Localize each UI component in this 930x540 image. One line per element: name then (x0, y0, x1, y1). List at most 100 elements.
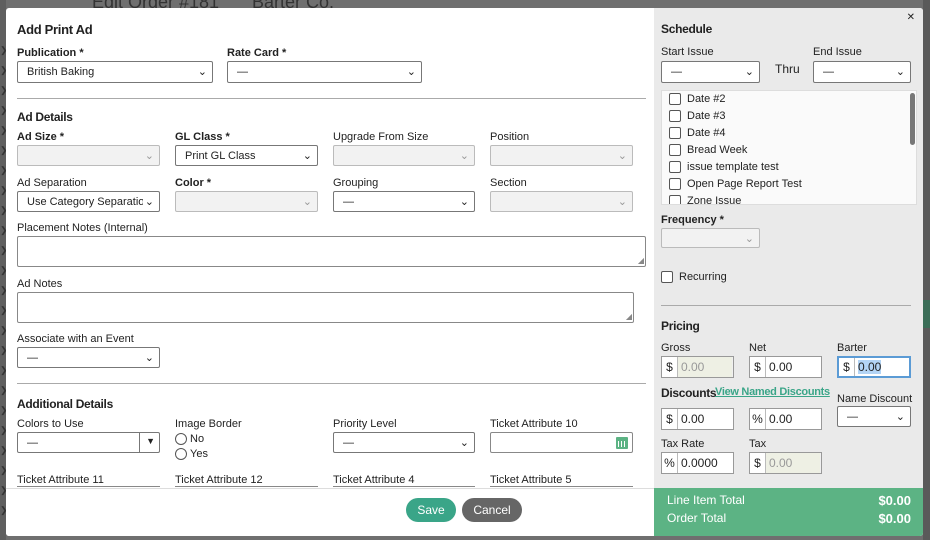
dollar-prefix: $ (662, 409, 678, 429)
cancel-button[interactable]: Cancel (462, 498, 522, 522)
checkbox[interactable] (669, 110, 681, 123)
end-issue-select[interactable]: — ⌄ (813, 61, 911, 83)
save-button[interactable]: Save (406, 498, 456, 522)
placement-notes-textarea[interactable]: ◢ (17, 236, 646, 267)
close-icon[interactable]: ✕ (907, 12, 915, 23)
ticket-attr-5-input-edge[interactable] (490, 486, 633, 487)
ticket-attr-4-input-edge[interactable] (333, 486, 475, 487)
priority-level-select[interactable]: — ⌄ (333, 432, 475, 453)
calendar-icon[interactable] (616, 437, 628, 449)
start-issue-label: Start Issue (661, 46, 714, 58)
discount-amount-value: 0.00 (681, 412, 705, 426)
modal-footer (6, 488, 654, 536)
dollar-prefix: $ (750, 453, 766, 473)
caret-down-icon: ▼ (139, 433, 155, 452)
divider (17, 383, 646, 384)
line-item-total-label: Line Item Total (667, 493, 745, 507)
add-print-ad-modal: Add Print Ad Publication * British Bakin… (6, 8, 923, 536)
image-border-label: Image Border (175, 418, 242, 430)
ticket-attr-12-label: Ticket Attribute 12 (175, 474, 263, 486)
tax-value: 0.00 (766, 453, 820, 473)
issue-item[interactable]: Date #4 (669, 127, 726, 140)
issue-label: Date #2 (687, 93, 726, 105)
frequency-select[interactable]: ⌄ (661, 228, 760, 248)
view-named-discounts-link[interactable]: View Named Discounts (715, 386, 830, 398)
checkbox[interactable] (669, 127, 681, 140)
gross-value: 0.00 (678, 357, 732, 377)
rate-card-label: Rate Card * (227, 47, 287, 59)
colors-to-use-label: Colors to Use (17, 418, 84, 430)
resize-grip-icon[interactable]: ◢ (638, 257, 644, 265)
start-issue-select[interactable]: — ⌄ (661, 61, 760, 83)
net-label: Net (749, 342, 767, 354)
ticket-attr-11-input-edge[interactable] (17, 486, 160, 487)
image-border-yes-radio[interactable] (175, 448, 187, 460)
name-discount-select[interactable]: — ⌄ (837, 406, 911, 427)
checkbox[interactable] (669, 195, 681, 204)
ad-separation-value: Use Category Separation (27, 196, 151, 208)
issue-item[interactable]: Open Page Report Test (669, 178, 802, 191)
publication-select[interactable]: British Baking ⌄ (17, 61, 213, 83)
issue-item[interactable]: Date #3 (669, 110, 726, 123)
scrollbar[interactable] (910, 93, 915, 145)
recurring-checkbox[interactable] (661, 271, 673, 283)
discount-percent-input[interactable]: % 0.00 (749, 408, 822, 430)
chevron-down-icon: ⌄ (142, 195, 154, 208)
background-right-edge (923, 0, 930, 540)
rate-card-select[interactable]: — ⌄ (227, 61, 422, 83)
issue-list[interactable]: Date #2 Date #3 Date #4 Bread Week issue… (661, 90, 917, 205)
chevron-down-icon: ⌄ (744, 66, 754, 78)
publication-value: British Baking (27, 66, 95, 78)
checkbox[interactable] (669, 161, 681, 174)
issue-item[interactable]: Zone Issue (669, 195, 741, 204)
chevron-down-icon: ⌄ (406, 66, 416, 78)
gross-field: $0.00 (661, 356, 734, 378)
issue-item[interactable]: Bread Week (669, 144, 747, 157)
order-total-value: $0.00 (878, 511, 911, 526)
section-select[interactable]: ⌄ (490, 191, 633, 212)
gl-class-select[interactable]: Print GL Class ⌄ (175, 145, 318, 166)
associate-event-select[interactable]: — ⌄ (17, 347, 160, 368)
grouping-select[interactable]: — ⌄ (333, 191, 475, 212)
dollar-prefix: $ (750, 357, 766, 377)
additional-details-heading: Additional Details (17, 397, 113, 411)
image-border-no-radio[interactable] (175, 433, 187, 445)
colors-to-use-select[interactable]: — ▼ (17, 432, 160, 453)
ticket-attr-12-input-edge[interactable] (175, 486, 318, 487)
discount-amount-input[interactable]: $0.00 (661, 408, 734, 430)
grouping-label: Grouping (333, 177, 379, 189)
ad-notes-textarea[interactable]: ◢ (17, 292, 634, 323)
position-select[interactable]: ⌄ (490, 145, 633, 166)
ad-size-select[interactable]: ⌄ (17, 145, 160, 166)
chevron-down-icon: ⌄ (895, 66, 905, 78)
tax-rate-label: Tax Rate (661, 438, 705, 450)
publication-label: Publication * (17, 47, 84, 59)
ad-separation-label: Ad Separation (17, 177, 87, 189)
chevron-down-icon: ⌄ (617, 150, 627, 162)
checkbox[interactable] (669, 144, 681, 157)
net-input[interactable]: $0.00 (749, 356, 822, 378)
checkbox[interactable] (669, 93, 681, 106)
priority-level-label: Priority Level (333, 418, 397, 430)
barter-input[interactable]: $0.00 (837, 356, 911, 378)
ad-separation-select[interactable]: Use Category Separation ⌄ (17, 191, 160, 212)
section-label: Section (490, 177, 527, 189)
modal-title: Add Print Ad (17, 22, 93, 37)
upgrade-from-size-select[interactable]: ⌄ (333, 145, 475, 166)
issue-item[interactable]: Date #2 (669, 93, 726, 106)
totals-footer: Line Item Total $0.00 Order Total $0.00 (654, 488, 923, 536)
frequency-label: Frequency * (661, 214, 724, 226)
dollar-prefix: $ (839, 358, 855, 376)
resize-grip-icon[interactable]: ◢ (626, 313, 632, 321)
tax-rate-input[interactable]: % 0.0000 (661, 452, 734, 474)
gl-class-value: Print GL Class (185, 150, 256, 162)
rate-card-value: — (237, 66, 248, 78)
upgrade-from-size-label: Upgrade From Size (333, 131, 429, 143)
schedule-heading: Schedule (661, 22, 712, 36)
checkbox[interactable] (669, 178, 681, 191)
order-total-label: Order Total (667, 511, 727, 525)
issue-item[interactable]: issue template test (669, 161, 779, 174)
color-select[interactable]: ⌄ (175, 191, 318, 212)
ticket-attr-11-label: Ticket Attribute 11 (17, 474, 104, 486)
ticket-attr-10-input[interactable] (490, 432, 633, 453)
